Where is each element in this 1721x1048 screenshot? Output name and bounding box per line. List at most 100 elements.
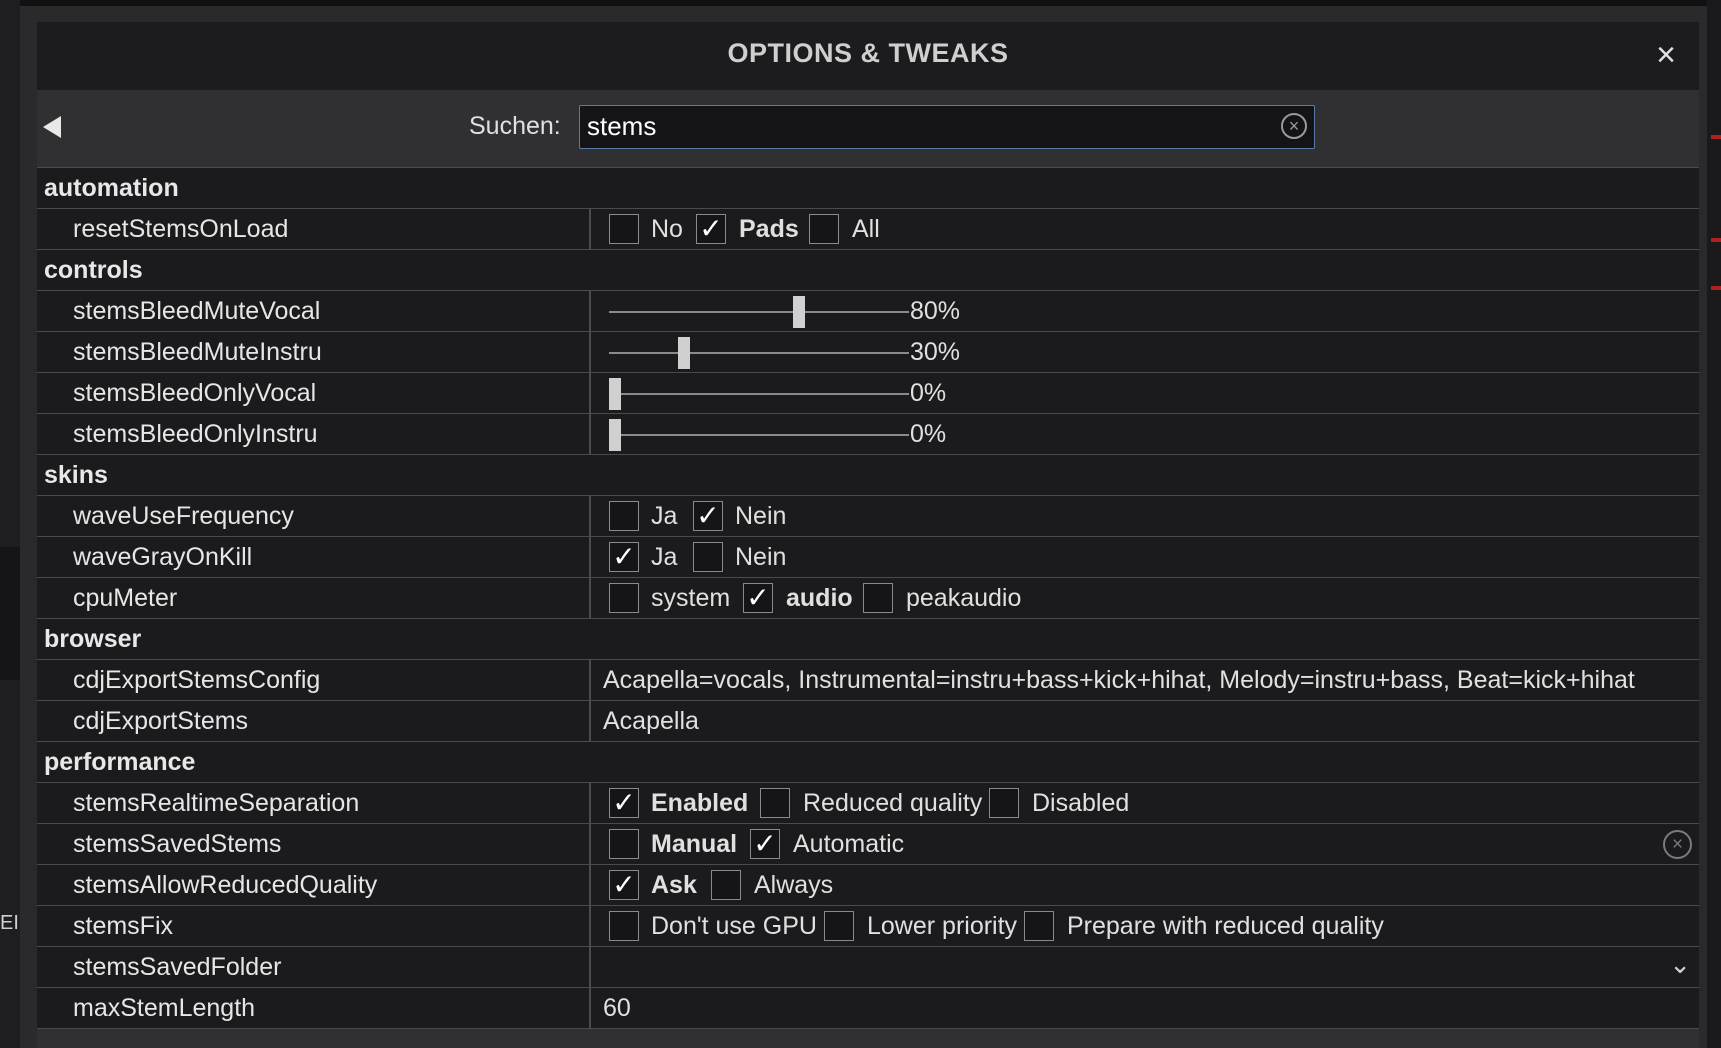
option-checkbox[interactable]: ✓ (609, 869, 639, 900)
chevron-down-icon[interactable]: ⌄ (1669, 949, 1691, 980)
option-value: Acapella (597, 701, 1699, 742)
column-divider (589, 496, 591, 537)
option-value: 80% (597, 291, 1699, 332)
option-row-waveUseFrequency: waveUseFrequency Ja ✓ Nein (37, 496, 1699, 537)
option-checkbox[interactable] (609, 583, 639, 613)
option-text-value[interactable]: Acapella=vocals, Instrumental=instru+bas… (603, 666, 1635, 695)
option-checkbox[interactable] (824, 911, 854, 941)
option-value: Acapella=vocals, Instrumental=instru+bas… (597, 660, 1699, 701)
option-checkbox[interactable] (760, 788, 790, 818)
clear-search-icon[interactable]: × (1281, 113, 1307, 139)
category-row-automation: automation (37, 168, 1699, 209)
option-checkbox[interactable] (609, 829, 639, 859)
option-name: stemsBleedOnlyInstru (73, 420, 318, 448)
slider-track (609, 311, 909, 313)
option-value: Manual ✓ Automatic × (597, 824, 1699, 865)
option-row-stemsBleedOnlyInstru: stemsBleedOnlyInstru 0% (37, 414, 1699, 455)
option-label[interactable]: Don't use GPU (651, 912, 817, 941)
triangle-left-icon[interactable] (43, 116, 61, 138)
option-row-resetStemsOnLoad: resetStemsOnLoad No ✓ Pads All (37, 209, 1699, 250)
category-row-controls: controls (37, 250, 1699, 291)
option-name: waveUseFrequency (73, 502, 294, 530)
option-checkbox[interactable] (1024, 911, 1054, 941)
option-label[interactable]: Nein (735, 543, 786, 572)
option-checkbox[interactable] (989, 788, 1019, 818)
option-name: stemsAllowReducedQuality (73, 871, 378, 899)
option-value: ⌄ (597, 947, 1699, 988)
slider-thumb[interactable] (609, 419, 621, 451)
option-checkbox[interactable] (711, 870, 741, 900)
option-row-maxStemLength: maxStemLength 60 (37, 988, 1699, 1029)
option-checkbox[interactable]: ✓ (609, 541, 639, 572)
option-label[interactable]: Ask (651, 871, 697, 900)
option-row-cdjExportStemsConfig: cdjExportStemsConfig Acapella=vocals, Ins… (37, 660, 1699, 701)
option-text-value[interactable]: Acapella (603, 707, 699, 736)
option-label[interactable]: Always (754, 871, 833, 900)
option-name: cdjExportStems (73, 707, 249, 735)
option-name: maxStemLength (73, 994, 256, 1022)
option-checkbox[interactable] (809, 214, 839, 244)
option-label[interactable]: system (651, 584, 730, 613)
options-table: automation resetStemsOnLoad No ✓ Pads All cont… (37, 167, 1699, 1029)
option-row-stemsSavedFolder: stemsSavedFolder ⌄ (37, 947, 1699, 988)
option-checkbox[interactable]: ✓ (693, 500, 723, 531)
option-slider[interactable] (609, 414, 909, 455)
option-checkbox[interactable]: ✓ (609, 787, 639, 818)
slider-thumb[interactable] (678, 337, 690, 369)
option-label[interactable]: peakaudio (906, 584, 1021, 613)
option-slider[interactable] (609, 291, 909, 332)
option-checkbox[interactable] (609, 911, 639, 941)
option-label[interactable]: Reduced quality (803, 789, 982, 818)
option-value: Don't use GPU Lower priority Prepare with … (597, 906, 1699, 947)
option-checkbox[interactable] (863, 583, 893, 613)
option-slider[interactable] (609, 373, 909, 414)
option-label[interactable]: Manual (651, 830, 737, 859)
column-divider (589, 701, 591, 742)
option-label[interactable]: Lower priority (867, 912, 1017, 941)
option-label[interactable]: No (651, 215, 683, 244)
option-label[interactable]: Ja (651, 543, 677, 572)
option-checkbox[interactable]: ✓ (696, 213, 726, 244)
checkmark-icon: ✓ (612, 541, 636, 572)
slider-value: 0% (910, 420, 947, 448)
option-label[interactable]: Automatic (793, 830, 904, 859)
reset-icon[interactable]: × (1663, 830, 1692, 859)
option-slider[interactable] (609, 332, 909, 373)
top-bar (0, 0, 1721, 6)
option-value: 60 (597, 988, 1699, 1029)
options-dialog: OPTIONS & TWEAKS × Suchen: × automation r… (37, 22, 1699, 1048)
option-checkbox[interactable] (693, 542, 723, 572)
option-label[interactable]: All (852, 215, 880, 244)
option-row-stemsAllowReducedQuality: stemsAllowReducedQuality ✓ Ask Always (37, 865, 1699, 906)
slider-thumb[interactable] (793, 296, 805, 328)
category-row-performance: performance (37, 742, 1699, 783)
option-value: ✓ Enabled Reduced quality Disabled (597, 783, 1699, 824)
option-row-cpuMeter: cpuMeter system ✓ audio peakaudio (37, 578, 1699, 619)
option-checkbox[interactable] (609, 501, 639, 531)
option-name: resetStemsOnLoad (73, 215, 289, 243)
option-checkbox[interactable]: ✓ (743, 582, 773, 613)
option-label[interactable]: Disabled (1032, 789, 1129, 818)
option-label[interactable]: audio (786, 584, 853, 613)
option-checkbox[interactable] (609, 214, 639, 244)
checkmark-icon: ✓ (612, 787, 636, 818)
background-left-dark-block (0, 547, 20, 680)
category-label: skins (44, 461, 108, 489)
option-label[interactable]: Ja (651, 502, 677, 531)
column-divider (589, 373, 591, 414)
close-icon[interactable]: × (1651, 38, 1681, 72)
option-name: waveGrayOnKill (73, 543, 253, 571)
slider-thumb[interactable] (609, 378, 621, 410)
option-label[interactable]: Prepare with reduced quality (1067, 912, 1384, 941)
option-text-value[interactable]: 60 (603, 994, 631, 1023)
category-row-skins: skins (37, 455, 1699, 496)
search-input[interactable] (580, 106, 1260, 147)
option-label[interactable]: Pads (739, 215, 799, 244)
option-checkbox[interactable]: ✓ (750, 828, 780, 859)
option-label[interactable]: Nein (735, 502, 786, 531)
background-left-text: EI (0, 912, 19, 934)
slider-value: 80% (910, 297, 961, 325)
column-divider (589, 865, 591, 906)
option-label[interactable]: Enabled (651, 789, 748, 818)
checkmark-icon: ✓ (696, 500, 720, 531)
